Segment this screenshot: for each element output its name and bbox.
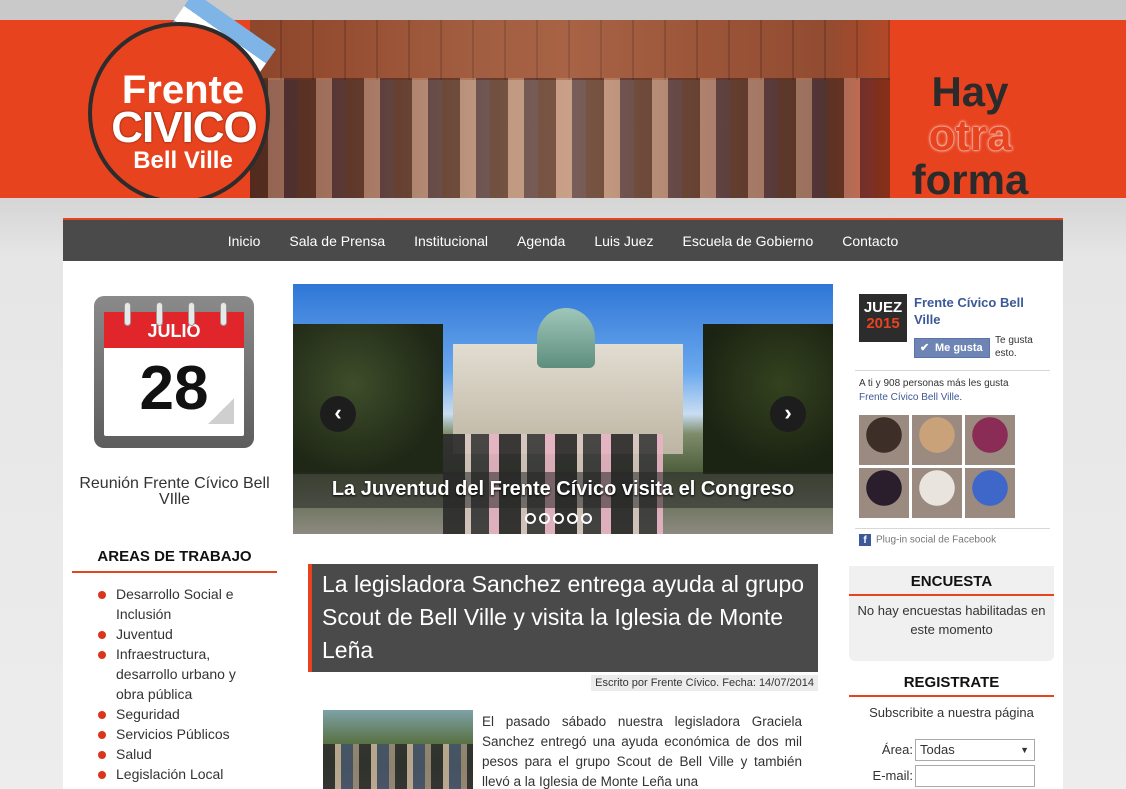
facebook-icon: f bbox=[859, 534, 871, 546]
calendar-event-link[interactable]: Reunión Frente Cívico Bell VIlle bbox=[72, 476, 277, 508]
facebook-plugin-credit[interactable]: f Plug-in social de Facebook bbox=[859, 534, 996, 546]
area-item-juventud[interactable]: Juventud bbox=[72, 624, 277, 644]
poll-message: No hay encuestas habilitadas en este mom… bbox=[857, 603, 1046, 637]
poll-title: ENCUESTA bbox=[849, 566, 1054, 596]
nav-item-luis-juez[interactable]: Luis Juez bbox=[580, 233, 668, 249]
fan-avatar[interactable] bbox=[912, 415, 962, 465]
area-select[interactable]: Todas ▼ bbox=[915, 739, 1035, 761]
slogan-line-3: forma bbox=[911, 156, 1029, 199]
facebook-page-name[interactable]: Frente Cívico Bell Ville bbox=[914, 294, 1049, 328]
facebook-page-link[interactable]: Frente Cívico Bell Ville bbox=[859, 392, 959, 403]
news-slider[interactable]: La Juventud del Frente Cívico visita el … bbox=[293, 284, 833, 534]
register-title: REGISTRATE bbox=[849, 667, 1054, 697]
fan-avatar[interactable] bbox=[965, 415, 1015, 465]
areas-heading: AREAS DE TRABAJO bbox=[72, 548, 277, 573]
area-item-desarrollo-social[interactable]: Desarrollo Social e Inclusión bbox=[72, 584, 277, 624]
poll-box: ENCUESTA No hay encuestas habilitadas en… bbox=[849, 566, 1054, 661]
nav-item-institucional[interactable]: Institucional bbox=[400, 233, 503, 249]
main-nav: Inicio Sala de Prensa Institucional Agen… bbox=[63, 218, 1063, 261]
calendar-ring bbox=[188, 302, 195, 326]
slider-dot[interactable] bbox=[567, 513, 578, 524]
calendar-widget[interactable]: JULIO 28 bbox=[94, 296, 254, 448]
slider-dot[interactable] bbox=[553, 513, 564, 524]
dropdown-arrow-icon: ▼ bbox=[1020, 745, 1029, 755]
register-box: REGISTRATE Subscribite a nuestra página … bbox=[849, 667, 1054, 789]
nav-item-sala-de-prensa[interactable]: Sala de Prensa bbox=[275, 233, 400, 249]
nav-item-agenda[interactable]: Agenda bbox=[503, 233, 580, 249]
slider-dot[interactable] bbox=[525, 513, 536, 524]
fan-faces-grid bbox=[859, 415, 1019, 518]
top-strip bbox=[0, 0, 1126, 20]
chevron-right-icon[interactable]: › bbox=[770, 396, 806, 432]
slider-dot-active[interactable] bbox=[581, 513, 592, 524]
areas-list: Desarrollo Social e Inclusión Juventud I… bbox=[72, 584, 277, 784]
facebook-like-box: JUEZ 2015 Frente Cívico Bell Ville ✔ Me … bbox=[849, 284, 1054, 554]
email-field[interactable] bbox=[915, 765, 1035, 787]
fan-avatar[interactable] bbox=[859, 468, 909, 518]
divider bbox=[855, 528, 1050, 529]
juez-2015-logo[interactable]: JUEZ 2015 bbox=[859, 294, 907, 342]
nav-item-escuela-de-gobierno[interactable]: Escuela de Gobierno bbox=[668, 233, 828, 249]
article-body: El pasado sábado nuestra legisladora Gra… bbox=[482, 714, 802, 789]
nav-item-contacto[interactable]: Contacto bbox=[828, 233, 913, 249]
calendar-ring bbox=[220, 302, 227, 326]
slogan-line-1: Hay bbox=[931, 68, 1009, 115]
logo-text-civico: CIVICO bbox=[111, 103, 258, 152]
slider-dot[interactable] bbox=[539, 513, 550, 524]
nav-item-inicio[interactable]: Inicio bbox=[213, 233, 275, 249]
page-curl bbox=[208, 398, 234, 424]
area-item-servicios-publicos[interactable]: Servicios Públicos bbox=[72, 724, 277, 744]
article-title[interactable]: La legisladora Sanchez entrega ayuda al … bbox=[322, 568, 812, 667]
chevron-left-icon[interactable]: ‹ bbox=[320, 396, 356, 432]
article-image[interactable] bbox=[323, 710, 473, 789]
divider bbox=[855, 370, 1050, 371]
slide-caption[interactable]: La Juventud del Frente Cívico visita el … bbox=[293, 478, 833, 501]
article-meta: Escrito por Frente Cívico. Fecha: 14/07/… bbox=[591, 675, 818, 691]
likes-this-text: Te gusta esto. bbox=[995, 335, 1033, 359]
group-photo bbox=[250, 20, 890, 198]
area-label: Área: bbox=[881, 742, 913, 757]
article-header: La legisladora Sanchez entrega ayuda al … bbox=[308, 564, 818, 672]
slider-pagination bbox=[525, 513, 592, 524]
congress-dome bbox=[537, 308, 595, 368]
logo-text-bell-ville: Bell Ville bbox=[133, 147, 233, 174]
email-label: E-mail: bbox=[872, 768, 913, 783]
area-item-infraestructura[interactable]: Infraestructura, desarrollo urbano y obr… bbox=[72, 644, 277, 704]
fan-avatar[interactable] bbox=[912, 468, 962, 518]
area-item-seguridad[interactable]: Seguridad bbox=[72, 704, 277, 724]
area-item-salud[interactable]: Salud bbox=[72, 744, 277, 764]
check-icon: ✔ bbox=[920, 342, 930, 354]
fan-avatar[interactable] bbox=[859, 415, 909, 465]
fan-avatar[interactable] bbox=[965, 468, 1015, 518]
likes-count: A ti y 908 personas más les gusta Frente… bbox=[859, 378, 1009, 403]
register-subtitle: Subscribite a nuestra página bbox=[869, 705, 1034, 720]
like-button[interactable]: ✔ Me gusta bbox=[914, 338, 990, 358]
slogan: Hay otra forma bbox=[890, 68, 1050, 199]
calendar-ring bbox=[156, 302, 163, 326]
area-item-legislacion-local[interactable]: Legislación Local bbox=[72, 764, 277, 784]
calendar-ring bbox=[124, 302, 131, 326]
slogan-line-2: otra bbox=[928, 111, 1012, 160]
